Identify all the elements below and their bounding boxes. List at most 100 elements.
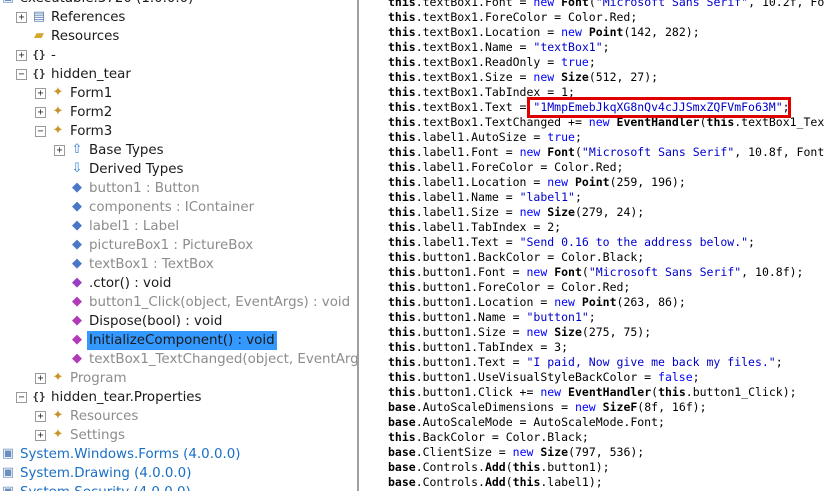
tree-node-textbox1[interactable]: ◆ textBox1 : TextBox	[0, 255, 357, 274]
code-line: this.label1.Font = new Font("Microsoft S…	[388, 145, 824, 160]
code-line: this.label1.Text = "Send 0.16 to the add…	[388, 235, 755, 250]
code-token: Size	[554, 325, 582, 339]
code-line: this.textBox1.Size = new Size(512, 27);	[388, 70, 658, 85]
collapse-toggle-icon[interactable]: −	[35, 126, 46, 137]
tree-node-form1[interactable]: + ✦ Form1	[0, 84, 357, 103]
tree-node-label: Dispose(bool) : void	[89, 314, 223, 329]
class-icon: ✦	[52, 370, 64, 385]
code-token: this	[388, 100, 416, 114]
code-line: base.AutoScaleMode = AutoScaleMode.Font;	[388, 415, 665, 430]
tree-node-label: Form3	[70, 124, 113, 139]
code-token: this	[512, 460, 541, 474]
tree-node-label: System.Windows.Forms (4.0.0.0)	[20, 447, 241, 462]
code-token: .textBox1.ReadOnly =	[415, 55, 562, 69]
collapse-toggle-icon[interactable]: −	[16, 69, 27, 80]
code-token: "I paid, Now give me back my files."	[526, 355, 776, 369]
highlight-box	[527, 97, 791, 118]
tree-node-prop-resources[interactable]: + ✦ Resources	[0, 407, 357, 426]
expand-toggle-icon[interactable]: +	[35, 430, 46, 441]
code-token: .textBox1.Location =	[415, 25, 562, 39]
collapse-toggle-icon[interactable]: −	[16, 392, 27, 403]
code-token: "Microsoft Sans Serif"	[581, 145, 735, 159]
tree-node-label: button1 : Button	[89, 181, 200, 196]
tree-node-label: hidden_tear	[51, 67, 131, 82]
tree-node-prop-settings[interactable]: + ✦ Settings	[0, 426, 357, 445]
tree-node-system-windows-forms[interactable]: ▣ System.Windows.Forms (4.0.0.0)	[0, 445, 357, 464]
code-token: (	[505, 475, 513, 489]
code-token: ;	[574, 130, 582, 144]
code-token: Size	[561, 70, 589, 84]
tree-node-ctor[interactable]: ◆ .ctor() : void	[0, 274, 357, 293]
expand-toggle-icon[interactable]: +	[35, 411, 46, 422]
code-token: .button1.UseVisualStyleBackColor =	[415, 370, 659, 384]
expand-toggle-icon[interactable]: +	[35, 107, 46, 118]
tree-node-references[interactable]: + ▤ References	[0, 8, 357, 27]
code-token: Font	[561, 0, 589, 9]
tree-node-base-types[interactable]: + ⇧ Base Types	[0, 141, 357, 160]
tree-node-program[interactable]: + ✦ Program	[0, 369, 357, 388]
code-token: ;	[588, 310, 596, 324]
tree-node-ns-hidden-tear[interactable]: −{} hidden_tear	[0, 65, 357, 84]
tree-node-label: Resources	[70, 409, 139, 424]
code-line: this.button1.ForeColor = Color.Red;	[388, 280, 630, 295]
code-token: "Microsoft Sans Serif"	[588, 265, 742, 279]
code-token: .button1.Click +=	[415, 385, 541, 399]
code-token: false	[658, 370, 693, 384]
code-token: new	[519, 145, 541, 159]
code-token: .button1.BackColor = Color.Black;	[415, 250, 645, 264]
code-token: base	[388, 460, 416, 474]
expand-toggle-icon[interactable]: +	[35, 373, 46, 384]
code-token: Add	[484, 475, 506, 489]
expand-toggle-icon[interactable]: +	[35, 88, 46, 99]
tree-node-textbox1-textchanged[interactable]: ◆ textBox1_TextChanged(object, EventArgs)…	[0, 350, 357, 369]
tree-node-derived-types[interactable]: ⇩ Derived Types	[0, 160, 357, 179]
tree-node-label: components : IContainer	[89, 200, 255, 215]
tree-node-dispose[interactable]: ◆ Dispose(bool) : void	[0, 312, 357, 331]
tree-node-button1-click[interactable]: ◆ button1_Click(object, EventArgs) : void	[0, 293, 357, 312]
class-icon: ✦	[52, 123, 64, 138]
code-token: Size	[547, 205, 575, 219]
code-line: this.button1.TabIndex = 3;	[388, 340, 568, 355]
constructor-icon: ◆	[72, 275, 82, 290]
code-token: .textBox1.Text =	[415, 100, 534, 114]
tree-node-label: Derived Types	[89, 162, 184, 177]
code-token: (512, 27);	[588, 70, 659, 84]
tree-node-initializecomponent[interactable]: ◆ InitializeComponent() : void	[0, 331, 357, 350]
tree-node-system-security[interactable]: ▣System.Security (4.0.0.0)	[0, 483, 357, 491]
code-token: this	[512, 475, 541, 489]
tree-node-ns-empty[interactable]: + {} -	[0, 46, 357, 65]
code-token: base	[388, 445, 416, 459]
expand-toggle-icon[interactable]: +	[16, 50, 27, 61]
tree-node-button1[interactable]: ◆ button1 : Button	[0, 179, 357, 198]
code-token: this	[388, 235, 416, 249]
derived-types-icon: ⇩	[71, 161, 83, 176]
tree-node-ns-hidden-tear-properties[interactable]: −{} hidden_tear.Properties	[0, 388, 357, 407]
code-token: this	[388, 175, 416, 189]
tree-node-components[interactable]: ◆ components : IContainer	[0, 198, 357, 217]
tree-node-label: Form1	[70, 86, 113, 101]
tree-node-label1[interactable]: ◆ label1 : Label	[0, 217, 357, 236]
code-token: .label1.Text =	[415, 235, 520, 249]
code-token: .button1);	[540, 460, 610, 474]
code-token: this	[388, 55, 416, 69]
tree-node-system-drawing[interactable]: ▣ System.Drawing (4.0.0.0)	[0, 464, 357, 483]
tree-node-resources[interactable]: ▰ Resources	[0, 27, 357, 46]
code-token: EventHandler	[568, 385, 652, 399]
tree-node-form3[interactable]: − ✦ Form3	[0, 122, 357, 141]
code-token: "button1"	[526, 310, 589, 324]
expand-toggle-icon[interactable]: +	[54, 145, 65, 156]
tree-node-picturebox1[interactable]: ◆ pictureBox1 : PictureBox	[0, 236, 357, 255]
tree-node-executable[interactable]: ▣executable.3720 (1.0.0.0)	[0, 0, 357, 8]
method-icon: ◆	[72, 332, 82, 347]
tree-node-form2[interactable]: + ✦ Form2	[0, 103, 357, 122]
code-token: "textBox1"	[533, 40, 603, 54]
code-token: this	[388, 190, 416, 204]
code-token: new	[533, 0, 555, 9]
tree-node-label: label1 : Label	[89, 219, 180, 234]
code-line: this.label1.ForeColor = Color.Red;	[388, 160, 623, 175]
expand-toggle-icon[interactable]: +	[16, 12, 27, 23]
code-token: this	[388, 325, 416, 339]
code-token: Point	[581, 295, 617, 309]
